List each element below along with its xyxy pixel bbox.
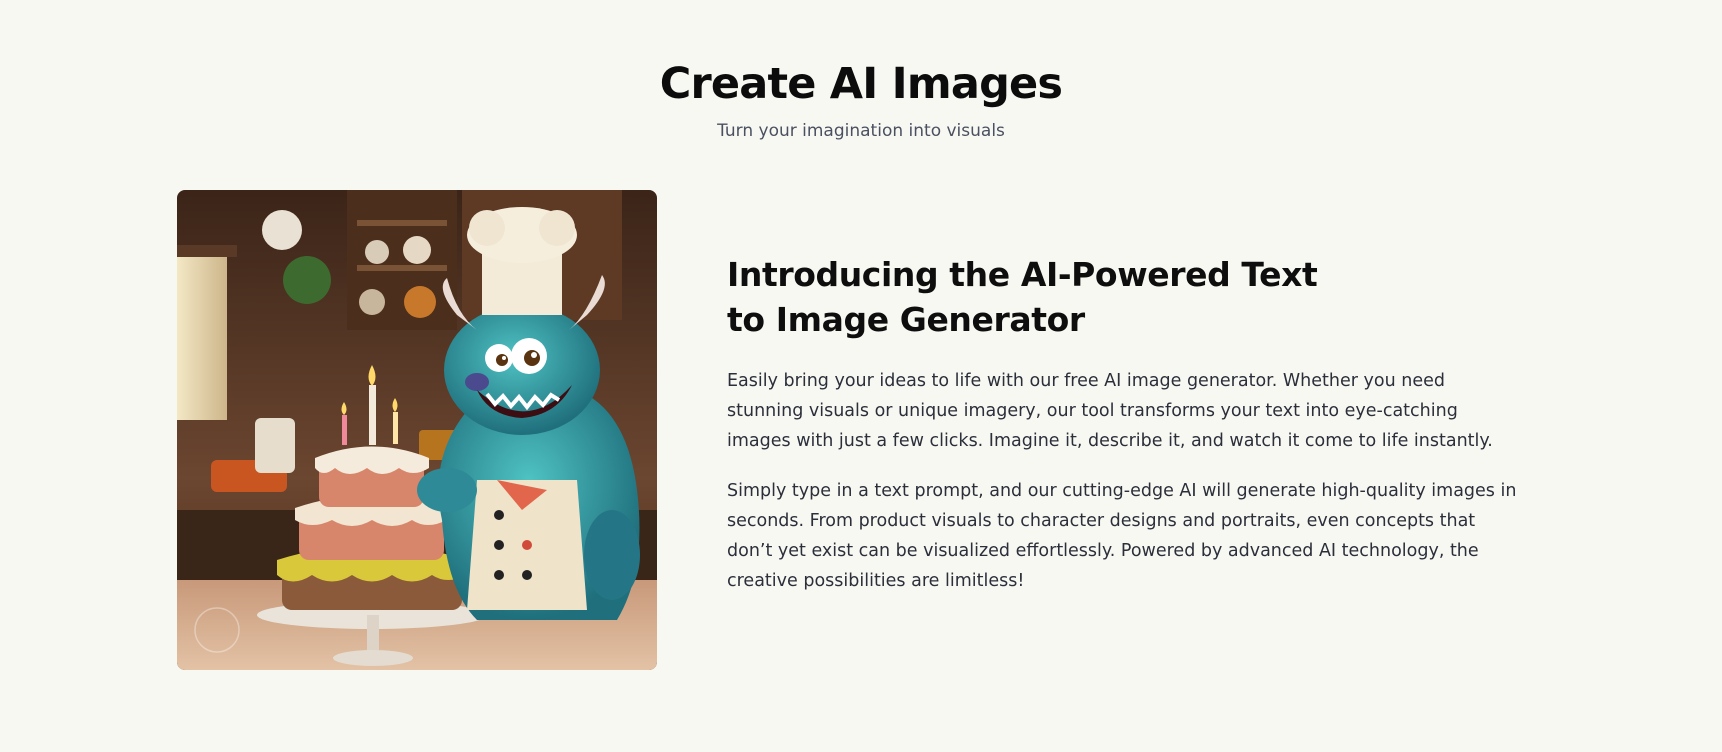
feature-content: Introducing the AI-Powered Text to Image… <box>727 252 1527 596</box>
feature-paragraph-2: Simply type in a text prompt, and our cu… <box>727 481 1517 591</box>
monster-chef-image <box>177 190 657 670</box>
feature-paragraph-1: Easily bring your ideas to life with our… <box>727 371 1493 451</box>
page-title: Create AI Images <box>659 59 1063 109</box>
page-header: Create AI Images Turn your imagination i… <box>0 58 1722 142</box>
section-heading: Introducing the AI-Powered Text to Image… <box>727 255 1318 339</box>
monster-chef-illustration <box>177 190 657 670</box>
page-subtitle: Turn your imagination into visuals <box>717 121 1005 141</box>
